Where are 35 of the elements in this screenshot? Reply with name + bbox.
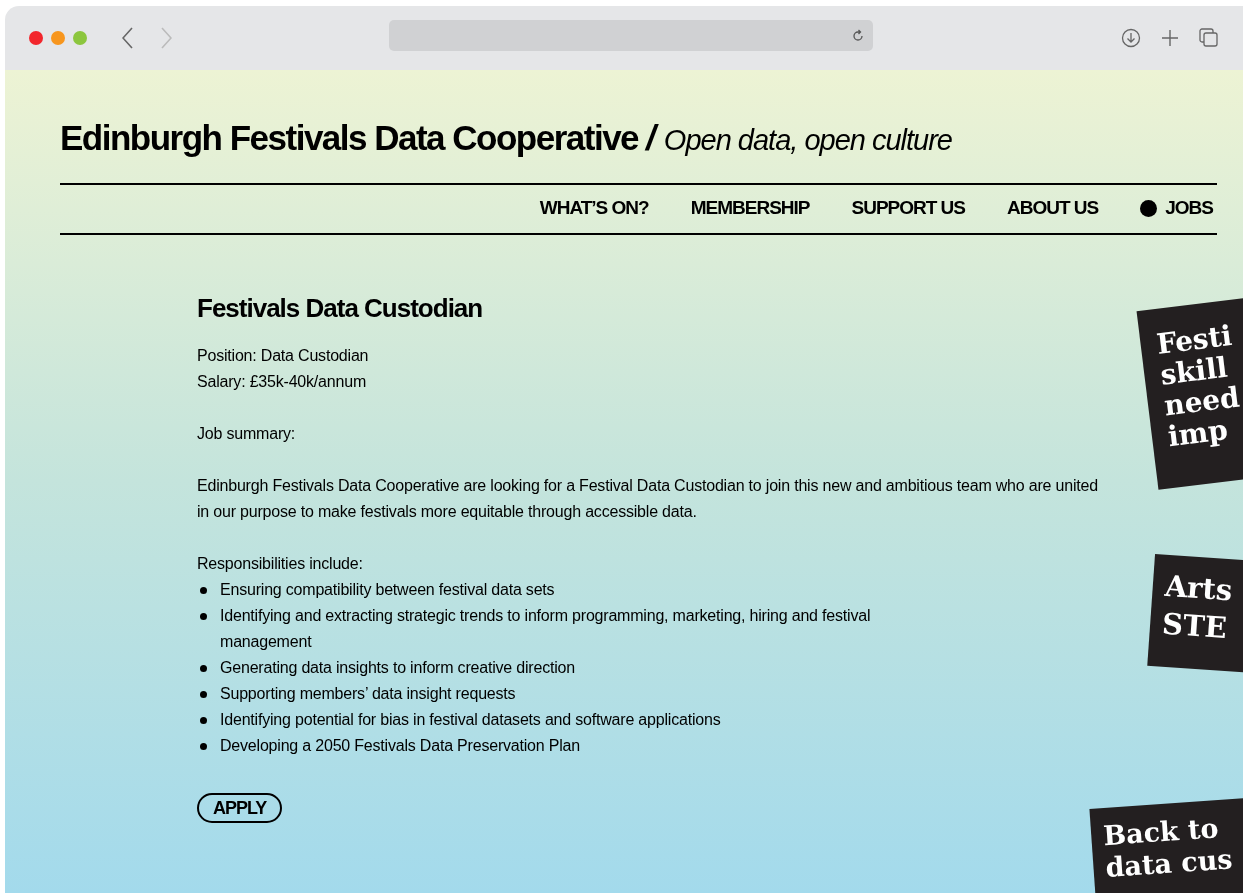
site-title[interactable]: Edinburgh Festivals Data Cooperative xyxy=(60,112,639,165)
promo-text: Back to xyxy=(1102,811,1221,853)
job-title: Festivals Data Custodian xyxy=(197,294,484,321)
bullet-icon xyxy=(200,586,207,594)
summary-label: Job summary: xyxy=(197,423,297,444)
nav-link[interactable]: ABOUT US xyxy=(1007,194,1099,223)
salary-text: Salary: £35k-40k/annum xyxy=(197,371,368,392)
responsibility-item: Ensuring compatibility between festival data sets xyxy=(220,579,555,600)
position-text: Position: Data Custodian xyxy=(197,345,370,366)
site-tagline: Open data, open culture xyxy=(663,123,952,158)
bullet-icon xyxy=(200,716,207,724)
nav-link[interactable]: JOBS xyxy=(1140,194,1213,223)
download-icon[interactable] xyxy=(1121,28,1141,48)
close-window-icon[interactable] xyxy=(29,31,43,45)
back-icon[interactable] xyxy=(122,27,134,49)
responsibility-item: Identifying potential for bias in festival datasets and software applications xyxy=(220,709,721,730)
nav-link[interactable]: MEMBERSHIP xyxy=(690,194,810,223)
responsibility-item: Developing a 2050 Festivals Data Preservation Plan xyxy=(220,735,580,756)
nav-link[interactable]: WHAT’S ON? xyxy=(539,194,649,223)
bullet-icon xyxy=(200,742,207,750)
reload-icon[interactable] xyxy=(851,28,865,43)
responsibility-item: Supporting members’ data insight requests xyxy=(220,683,516,704)
bullet-icon xyxy=(200,612,207,620)
summary-paragraph: Edinburgh Festivals Data Cooperative are looking for a Festival Data Custodian to join this new and ambitious team who are united in our purpose to make festivals more equitable through accessible data. xyxy=(197,475,1099,522)
promo-card[interactable]: Arts STE xyxy=(1147,553,1243,675)
responsibilities-label: Responsibilities include: xyxy=(197,553,364,574)
plus-icon[interactable] xyxy=(1161,29,1179,47)
nav-link[interactable]: SUPPORT US xyxy=(851,194,965,223)
bullet-icon xyxy=(200,664,207,672)
responsibility-item: Generating data insights to inform creative direction xyxy=(220,657,575,678)
tabs-icon[interactable] xyxy=(1199,28,1219,48)
bullet-icon xyxy=(200,690,207,698)
responsibility-item: Identifying and extracting strategic trends to inform programming, marketing, hiring and festival management xyxy=(220,605,872,652)
minimize-window-icon[interactable] xyxy=(51,31,65,45)
apply-button[interactable]: APPLY xyxy=(197,792,283,823)
